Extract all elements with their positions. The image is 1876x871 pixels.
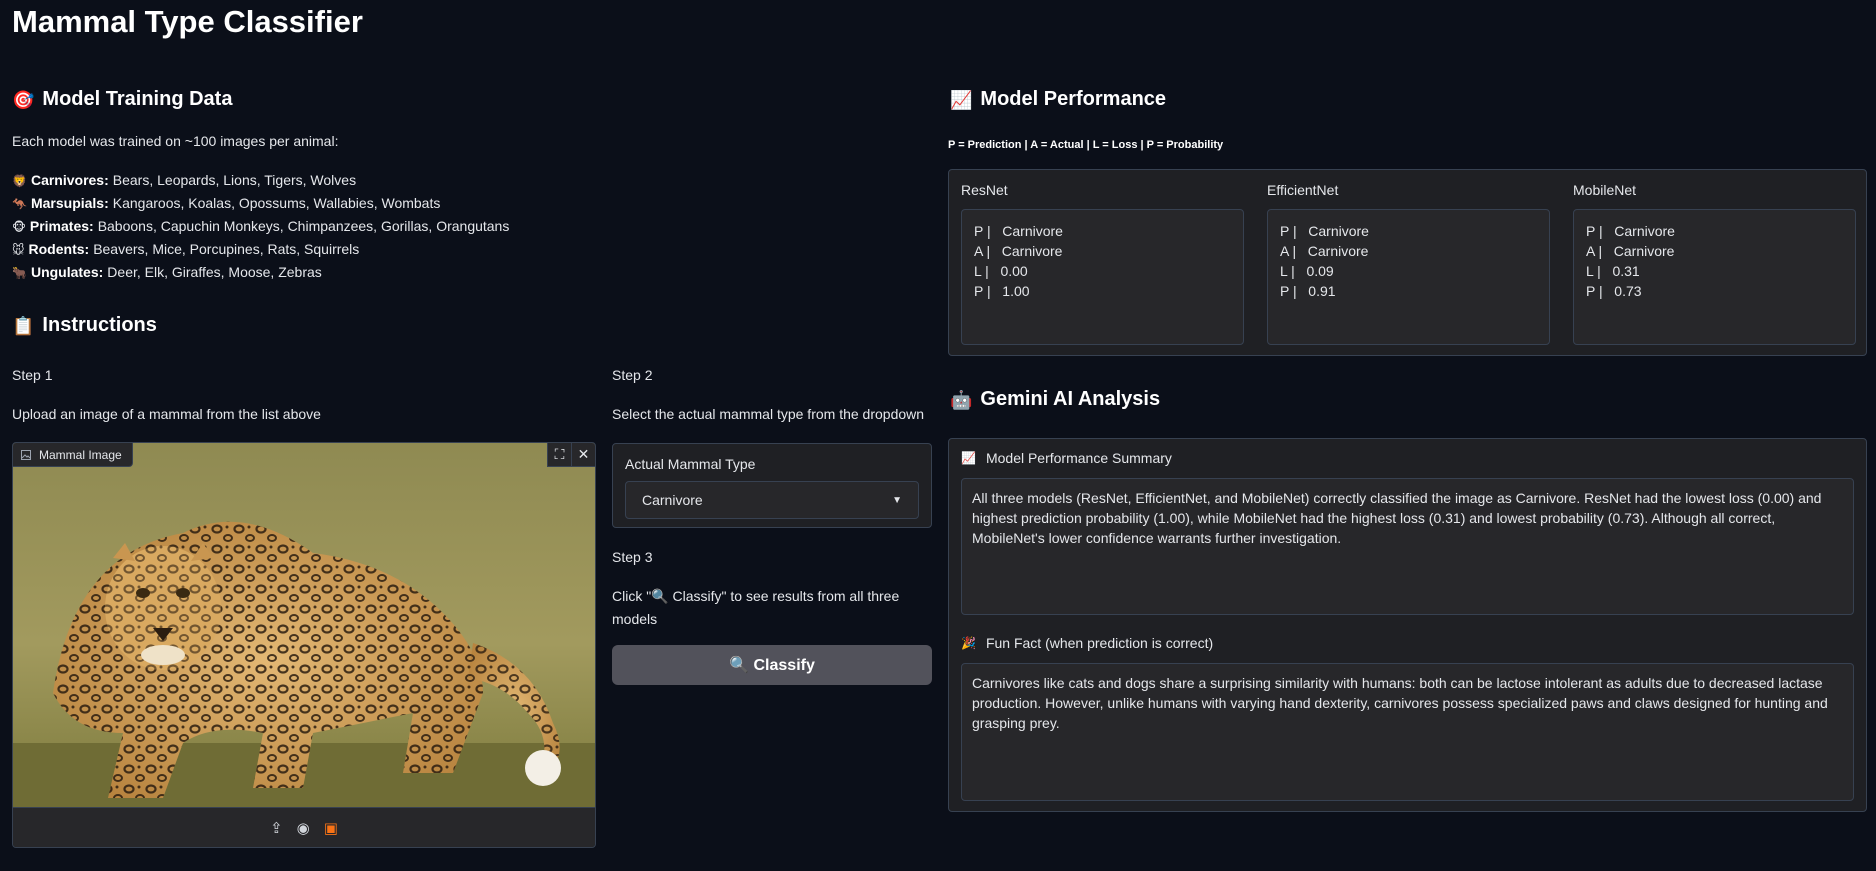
dropdown-value: Carnivore xyxy=(642,492,703,508)
category-animals: Baboons, Capuchin Monkeys, Chimpanzees, … xyxy=(97,218,510,234)
performance-legend: P = Prediction | A = Actual | L = Loss |… xyxy=(948,139,1224,151)
fun-fact-label-text: Fun Fact (when prediction is correct) xyxy=(985,635,1214,651)
performance-heading: 📈 Model Performance xyxy=(950,88,1166,111)
fun-fact-textbox[interactable]: Carnivores like cats and dogs share a su… xyxy=(961,663,1854,801)
clipboard-paste-icon[interactable]: ▣ xyxy=(324,819,338,837)
category-animals: Bears, Leopards, Lions, Tigers, Wolves xyxy=(112,172,357,188)
training-intro: Each model was trained on ~100 images pe… xyxy=(12,133,339,149)
prediction-line: P | Carnivore xyxy=(974,223,1063,239)
training-category-list: 🦁 Carnivores: Bears, Leopards, Lions, Ti… xyxy=(12,169,509,284)
ox-icon: 🐂 xyxy=(12,265,27,280)
actual-line: A | Carnivore xyxy=(974,243,1063,259)
category-name: Marsupials: xyxy=(30,195,109,211)
loss-line: L | 0.09 xyxy=(1280,263,1334,279)
clipboard-icon: 📋 xyxy=(12,315,35,336)
actual-line: A | Carnivore xyxy=(1280,243,1369,259)
loss-line: L | 0.31 xyxy=(1586,263,1640,279)
page-title: Mammal Type Classifier xyxy=(12,4,363,39)
instructions-heading-text: Instructions xyxy=(42,314,157,336)
robot-icon: 🤖 xyxy=(950,389,973,410)
step2-text: Select the actual mammal type from the d… xyxy=(612,406,925,422)
category-animals: Kangaroos, Koalas, Opossums, Wallabies, … xyxy=(112,195,441,211)
summary-textbox[interactable]: All three models (ResNet, EfficientNet, … xyxy=(961,478,1854,615)
model-name: ResNet xyxy=(961,182,1008,198)
party-popper-icon: 🎉 xyxy=(961,636,976,650)
actual-type-dropdown-card: Actual Mammal Type Carnivore ▼ xyxy=(612,443,932,528)
training-heading-text: Model Training Data xyxy=(42,88,233,110)
kangaroo-icon: 🦘 xyxy=(12,196,27,211)
category-ungulates: 🐂 Ungulates: Deer, Elk, Giraffes, Moose,… xyxy=(12,261,509,284)
model-name: MobileNet xyxy=(1573,182,1637,198)
performance-heading-text: Model Performance xyxy=(980,88,1167,110)
close-icon[interactable]: ✕ xyxy=(571,443,595,467)
webcam-icon[interactable]: ◉ xyxy=(297,819,310,837)
category-primates: 🐵 Primates: Baboons, Capuchin Monkeys, C… xyxy=(12,215,509,238)
chart-icon: 📈 xyxy=(950,89,973,110)
prediction-line: P | Carnivore xyxy=(1586,223,1675,239)
mammal-image-input[interactable]: Mammal Image ⛶ ✕ ⇪ ◉ ▣ xyxy=(12,442,596,848)
category-name: Ungulates: xyxy=(30,264,104,280)
dropdown-label: Actual Mammal Type xyxy=(625,456,756,472)
step2-label: Step 2 xyxy=(612,367,653,383)
training-heading: 🎯 Model Training Data xyxy=(12,88,232,111)
step1-label: Step 1 xyxy=(12,367,53,383)
monkey-icon: 🐵 xyxy=(12,219,26,234)
category-name: Primates: xyxy=(29,218,94,234)
category-animals: Beavers, Mice, Porcupines, Rats, Squirre… xyxy=(93,241,360,257)
image-input-label: Mammal Image xyxy=(13,443,133,467)
step3-text: Click "🔍 Classify" to see results from a… xyxy=(612,588,900,627)
prediction-line: P | Carnivore xyxy=(1280,223,1369,239)
category-carnivores: 🦁 Carnivores: Bears, Leopards, Lions, Ti… xyxy=(12,169,509,192)
model-output: P | Carnivore A | Carnivore L | 0.31 P |… xyxy=(1573,209,1856,345)
mouse-icon: 🐭 xyxy=(12,242,25,257)
category-rodents: 🐭 Rodents: Beavers, Mice, Porcupines, Ra… xyxy=(12,238,509,261)
image-input-label-text: Mammal Image xyxy=(39,447,122,462)
instructions-heading: 📋 Instructions xyxy=(12,314,157,337)
gemini-panel: 📈 Model Performance Summary All three mo… xyxy=(948,438,1867,812)
performance-panel: ResNet P | Carnivore A | Carnivore L | 0… xyxy=(948,169,1867,356)
uploaded-leopard-image xyxy=(13,443,595,808)
probability-line: P | 1.00 xyxy=(974,283,1030,299)
actual-type-dropdown[interactable]: Carnivore ▼ xyxy=(625,481,919,519)
step1-text: Upload an image of a mammal from the lis… xyxy=(12,406,321,422)
fullscreen-icon[interactable]: ⛶ xyxy=(547,443,571,467)
fun-fact-label: 🎉 Fun Fact (when prediction is correct) xyxy=(961,635,1213,651)
image-toolbar: ⛶ ✕ xyxy=(547,443,595,467)
gemini-heading: 🤖 Gemini AI Analysis xyxy=(950,388,1160,411)
model-output: P | Carnivore A | Carnivore L | 0.09 P |… xyxy=(1267,209,1550,345)
classify-button[interactable]: 🔍 Classify xyxy=(612,645,932,685)
category-name: Rodents: xyxy=(28,241,90,257)
category-marsupials: 🦘 Marsupials: Kangaroos, Koalas, Opossum… xyxy=(12,192,509,215)
model-output: P | Carnivore A | Carnivore L | 0.00 P |… xyxy=(961,209,1244,345)
category-name: Carnivores: xyxy=(30,172,109,188)
model-name: EfficientNet xyxy=(1267,182,1339,198)
category-animals: Deer, Elk, Giraffes, Moose, Zebras xyxy=(107,264,322,280)
lion-icon: 🦁 xyxy=(12,173,27,188)
chart-icon: 📈 xyxy=(961,451,976,465)
actual-line: A | Carnivore xyxy=(1586,243,1675,259)
upload-icon[interactable]: ⇪ xyxy=(270,819,283,837)
image-source-bar: ⇪ ◉ ▣ xyxy=(13,807,595,847)
summary-label-text: Model Performance Summary xyxy=(985,450,1172,466)
probability-line: P | 0.73 xyxy=(1586,283,1642,299)
summary-label: 📈 Model Performance Summary xyxy=(961,450,1172,466)
caret-down-icon: ▼ xyxy=(892,494,902,506)
target-icon: 🎯 xyxy=(12,89,35,110)
probability-line: P | 0.91 xyxy=(1280,283,1336,299)
gemini-heading-text: Gemini AI Analysis xyxy=(980,388,1161,410)
loss-line: L | 0.00 xyxy=(974,263,1028,279)
step3-label: Step 3 xyxy=(612,549,653,565)
image-icon xyxy=(21,449,31,460)
